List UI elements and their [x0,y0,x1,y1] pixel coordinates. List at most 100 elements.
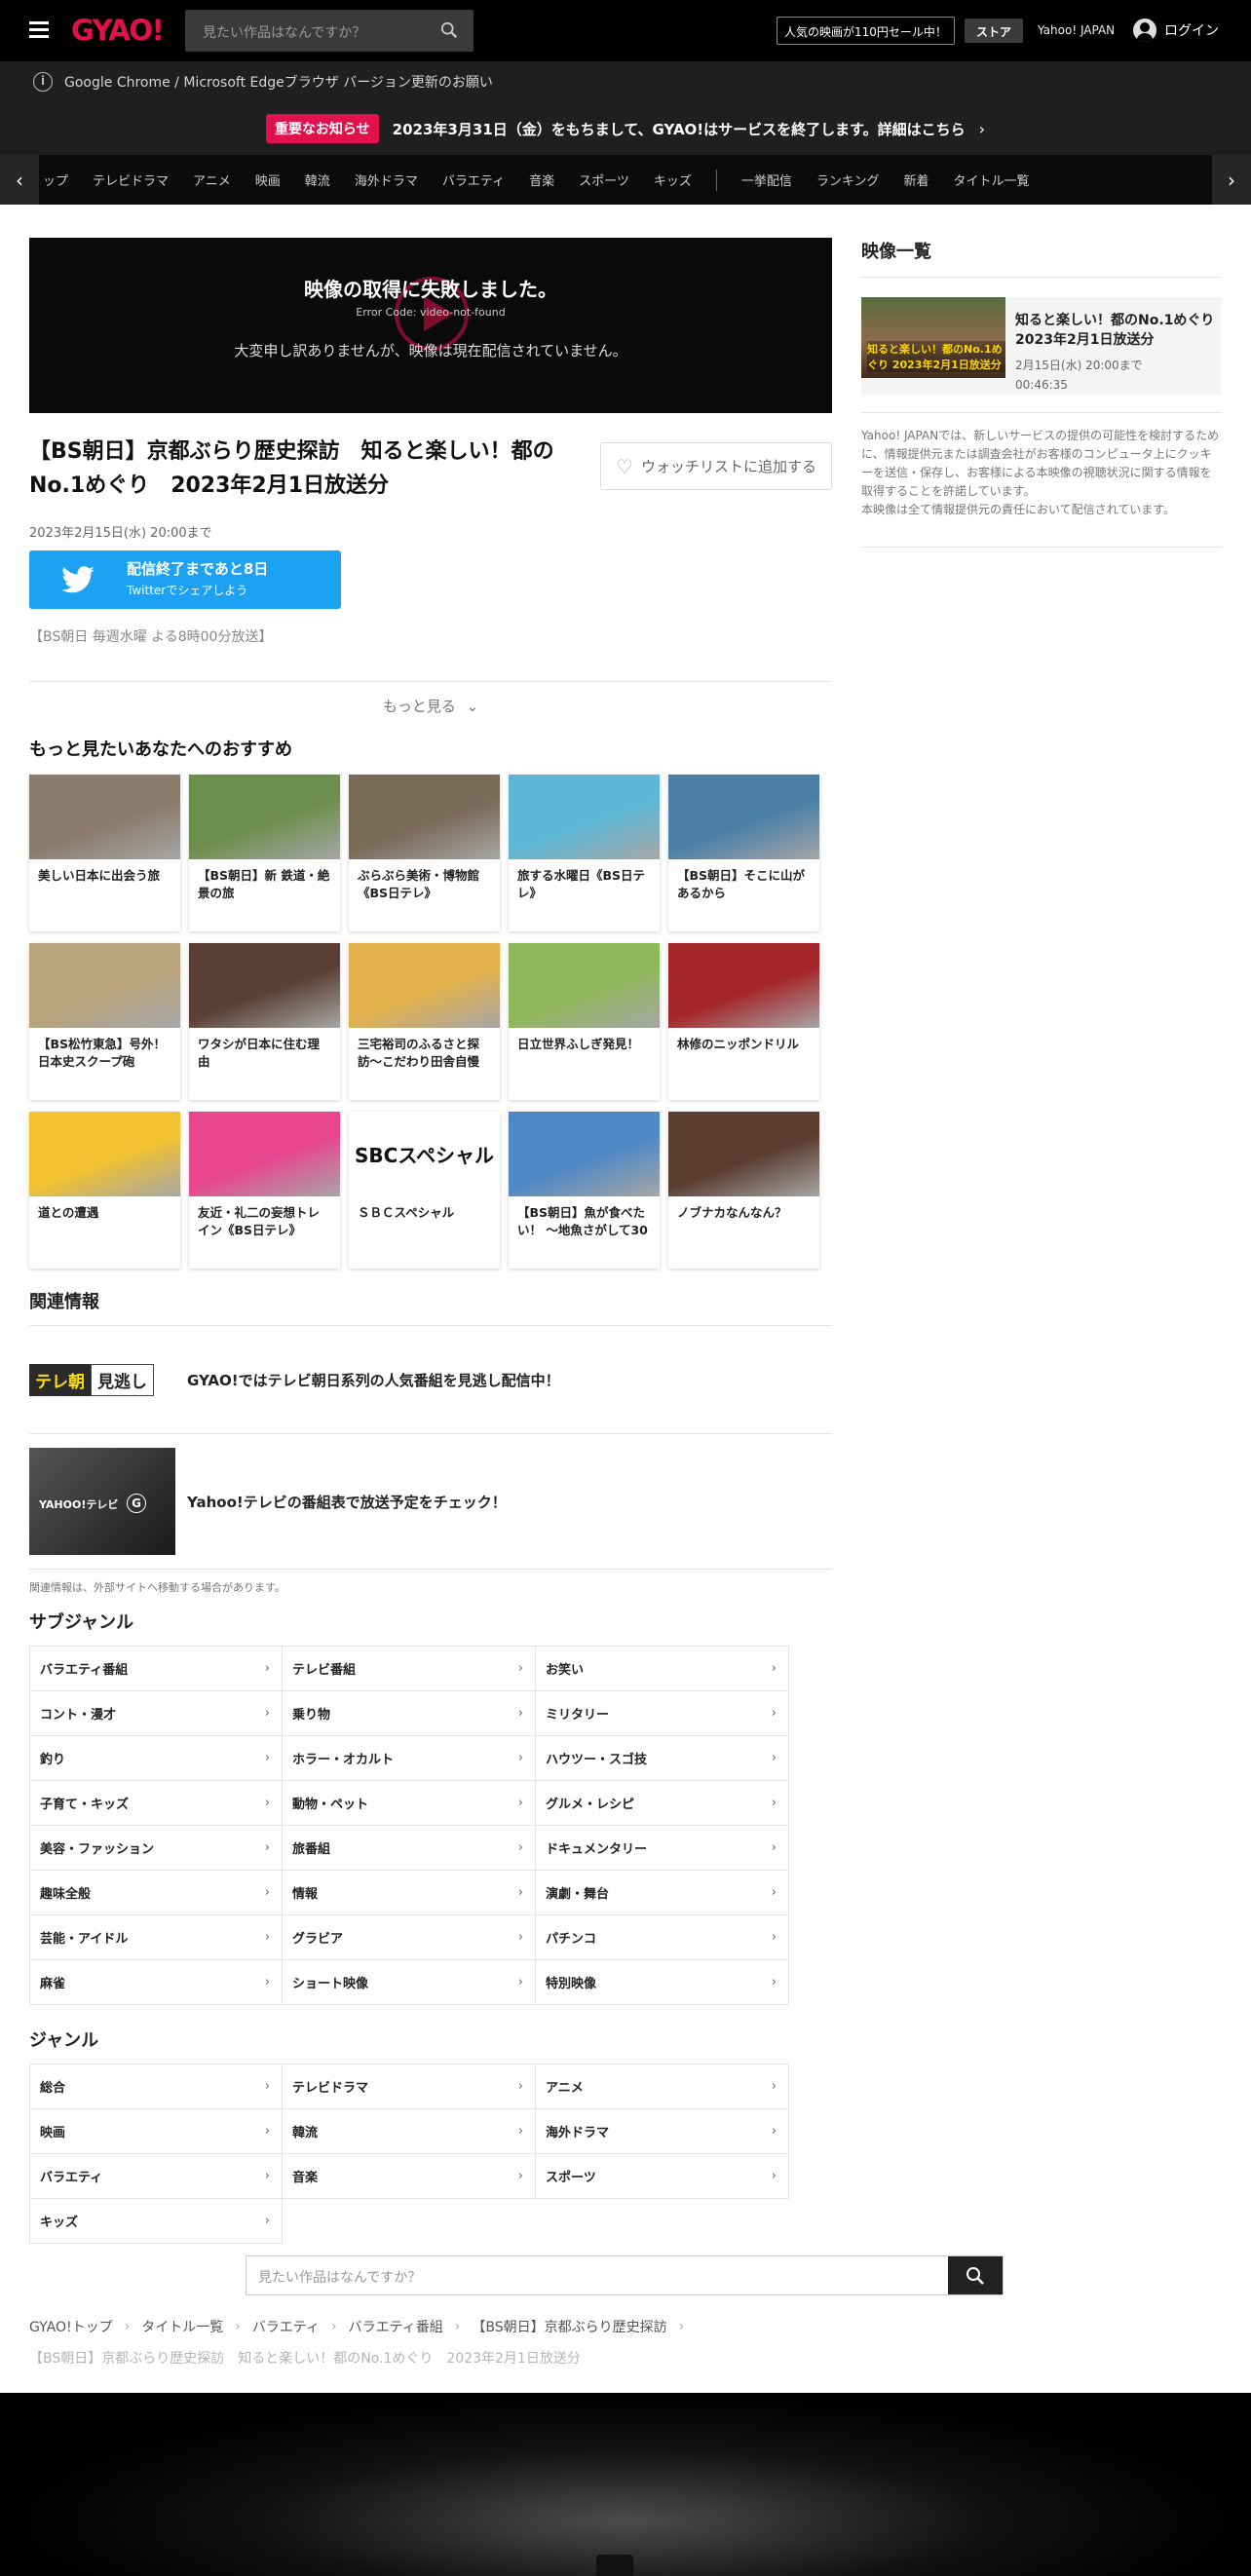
browser-notice[interactable]: i Google Chrome / Microsoft Edgeブラウザ バージ… [0,61,1251,102]
recommend-card[interactable]: ノブナカなんなん？ [668,1112,819,1269]
twitter-share-button[interactable]: 配信終了まであと8日 Twitterでシェアしよう [29,550,341,609]
nav-item[interactable]: 新着 [903,170,929,189]
recommend-heading: もっと見たいあなたへのおすすめ [29,739,292,760]
show-more-button[interactable]: もっと見る ⌄ [29,681,832,716]
subgenre-item[interactable]: コント・漫才 › [29,1691,283,1736]
recommend-card[interactable]: 旅する水曜日《BS日テレ》 [509,775,660,931]
nav-item[interactable]: テレビドラマ [93,170,169,189]
related-item-teleasa[interactable]: テレ朝 見逃し GYAO!ではテレビ朝日系列の人気番組を見逃し配信中！ [29,1326,832,1434]
subgenre-item[interactable]: 釣り › [29,1736,283,1781]
chevron-right-icon: › [517,1840,523,1855]
recommend-title: 三宅裕司のふるさと探訪～こだわり田舎自慢 [358,1037,480,1069]
nav-item[interactable]: 韓流 [305,170,330,189]
subgenre-label: グルメ・レシピ [546,1798,635,1812]
logo[interactable]: GYAO! [71,14,165,47]
subgenre-item[interactable]: ハウツー・スゴ技 › [536,1736,789,1781]
subgenre-item[interactable]: バラエティ番組 › [29,1647,283,1691]
chevron-right-icon: › [771,1975,777,1989]
nav-item[interactable]: 海外ドラマ [355,170,418,189]
breadcrumb-link[interactable]: バラエティ [252,2317,320,2336]
subgenre-item[interactable]: 特別映像 › [536,1960,789,2005]
yahoo-japan-link[interactable]: Yahoo! JAPAN [1038,23,1115,37]
subgenre-item[interactable]: グラビア › [283,1915,536,1960]
nav-item[interactable]: キッズ [654,170,692,189]
bottom-search-input[interactable]: 見たい作品はなんですか？ [246,2255,1004,2295]
subgenre-item[interactable]: パチンコ › [536,1915,789,1960]
subgenre-item[interactable]: 情報 › [283,1871,536,1915]
genre-item[interactable]: 映画 › [29,2109,283,2154]
nav-item[interactable]: アニメ [193,170,231,189]
nav-item[interactable]: タイトル一覧 [954,170,1030,189]
genre-item[interactable]: バラエティ › [29,2154,283,2199]
video-list-item[interactable]: 知ると楽しい！都のNo.1めぐり 2023年2月1日放送分 知ると楽しい！都のN… [861,297,1222,395]
recommend-card[interactable]: 友近・礼二の妄想トレイン《BS日テレ》 [189,1112,340,1269]
search-input[interactable]: 見たい作品はなんですか？ [185,10,474,52]
subgenre-item[interactable]: ドキュメンタリー › [536,1826,789,1871]
breadcrumb-link[interactable]: 【BS朝日】京都ぶらり歴史探訪 [472,2317,666,2336]
genre-item[interactable]: 総合 › [29,2065,283,2109]
breadcrumb-link[interactable]: GYAO!トップ [29,2317,113,2336]
genre-item[interactable]: 海外ドラマ › [536,2109,789,2154]
genre-item[interactable]: アニメ › [536,2065,789,2109]
subgenre-item[interactable]: 趣味全般 › [29,1871,283,1915]
subgenre-item[interactable]: 演劇・舞台 › [536,1871,789,1915]
subgenre-item[interactable]: 乗り物 › [283,1691,536,1736]
subgenre-item[interactable]: ショート映像 › [283,1960,536,2005]
recommend-card[interactable]: ワタシが日本に住む理由 [189,943,340,1100]
important-notice[interactable]: 重要なお知らせ 2023年3月31日（金）をもちまして、GYAO!はサービスを終… [0,102,1251,155]
recommend-card[interactable]: 日立世界ふしぎ発見！ [509,943,660,1100]
nav-next-arrow[interactable]: › [1212,155,1251,205]
bottom-search-button[interactable] [948,2256,1003,2294]
subgenre-item[interactable]: テレビ番組 › [283,1647,536,1691]
subgenre-item[interactable]: グルメ・レシピ › [536,1781,789,1826]
watchlist-button[interactable]: ♡ ウォッチリストに追加する [600,442,832,490]
chevron-right-icon: › [517,2079,523,2094]
footer-tab[interactable] [596,2555,633,2576]
genre-item[interactable]: 韓流 › [283,2109,536,2154]
nav-item[interactable]: 音楽 [529,170,554,189]
recommend-thumbnail [509,943,660,1028]
store-button[interactable]: ストア [965,19,1024,43]
recommend-card[interactable]: 美しい日本に出会う旅 [29,775,180,931]
breadcrumb-link[interactable]: バラエティ番組 [349,2317,443,2336]
recommend-card[interactable]: 道との遭遇 [29,1112,180,1269]
recommend-card[interactable]: 【BS朝日】新 鉄道・絶景の旅 [189,775,340,931]
chevron-right-icon: › [264,2214,270,2228]
recommend-thumbnail [29,943,180,1028]
recommend-card[interactable]: 林修のニッポンドリル [668,943,819,1100]
recommend-card[interactable]: 【BS朝日】魚が食べたい！ ～地魚さがして30 [509,1112,660,1269]
subgenre-item[interactable]: 動物・ペット › [283,1781,536,1826]
subgenre-item[interactable]: 麻雀 › [29,1960,283,2005]
menu-icon[interactable] [29,21,49,38]
recommend-thumbnail [509,1112,660,1196]
breadcrumb-link[interactable]: タイトル一覧 [141,2317,223,2336]
recommend-card[interactable]: SBCスペシャル ＳＢＣスペシャル [349,1112,500,1269]
promo-link[interactable]: 人気の映画が110円セール中！ [777,17,955,45]
subgenre-item[interactable]: 芸能・アイドル › [29,1915,283,1960]
nav-item[interactable]: バラエティ [442,170,505,189]
nav-prev-arrow[interactable]: ‹ [0,155,39,205]
subgenre-item[interactable]: 美容・ファッション › [29,1826,283,1871]
nav-item[interactable]: ランキング [816,170,880,189]
genre-item[interactable]: 音楽 › [283,2154,536,2199]
nav-item[interactable]: ップ [43,170,68,189]
genre-item[interactable]: キッズ › [29,2199,283,2244]
subgenre-item[interactable]: 子育て・キッズ › [29,1781,283,1826]
subgenre-item[interactable]: 旅番組 › [283,1826,536,1871]
subgenre-item[interactable]: ミリタリー › [536,1691,789,1736]
login-button[interactable]: ログイン [1133,19,1219,42]
nav-item[interactable]: 一挙配信 [741,170,792,189]
recommend-card[interactable]: 三宅裕司のふるさと探訪～こだわり田舎自慢 [349,943,500,1100]
recommend-card[interactable]: 【BS朝日】そこに山があるから [668,775,819,931]
nav-item[interactable]: 映画 [255,170,281,189]
subgenre-item[interactable]: お笑い › [536,1647,789,1691]
recommend-card[interactable]: ぶらぶら美術・博物館《BS日テレ》 [349,775,500,931]
genre-item[interactable]: スポーツ › [536,2154,789,2199]
genre-item[interactable]: テレビドラマ › [283,2065,536,2109]
nav-item[interactable]: スポーツ [579,170,629,189]
video-player[interactable]: 映像の取得に失敗しました。 Error Code: video-not-foun… [29,238,832,413]
recommend-card[interactable]: 【BS松竹東急】号外！日本史スクープ砲 [29,943,180,1100]
subgenre-item[interactable]: ホラー・オカルト › [283,1736,536,1781]
related-item-yahoo-tv[interactable]: YAHOO!テレビ G Yahoo!テレビの番組表で放送予定をチェック！ [29,1434,832,1570]
search-icon[interactable] [440,21,458,39]
